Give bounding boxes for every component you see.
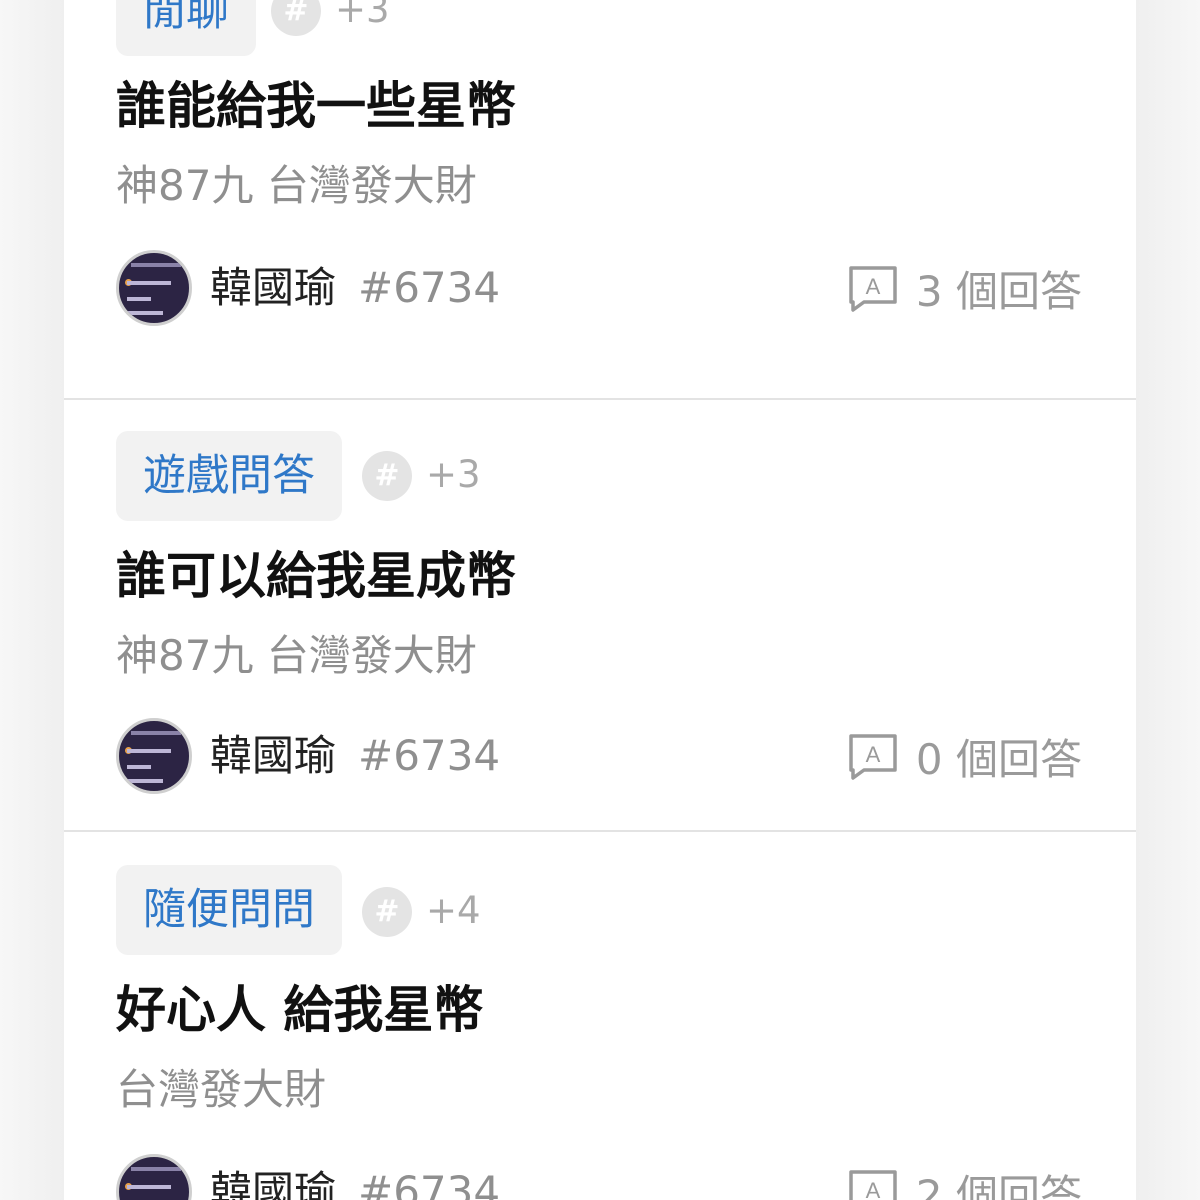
answer-count[interactable]: A 0 個回答 — [848, 724, 1082, 788]
answer-count[interactable]: A 2 個回答 — [848, 1160, 1082, 1200]
answer-count[interactable]: A 3 個回答 — [848, 256, 1082, 320]
question-title[interactable]: 誰可以給我星成幣 — [116, 536, 516, 616]
extra-tags-count[interactable]: +3 — [335, 0, 390, 35]
answer-count-label: 2 個回答 — [915, 1170, 1082, 1200]
page-margin-right — [1136, 0, 1200, 1200]
author-name[interactable]: 韓國瑜 — [210, 1160, 336, 1200]
page-margin-left — [0, 0, 64, 1200]
question-card[interactable]: 隨便問問 # +4 好心人 給我星幣 台灣發大財 韓國瑜 #6734 A 2 個… — [64, 832, 1136, 1200]
svg-text:A: A — [866, 1178, 881, 1200]
hash-icon[interactable]: # — [271, 0, 321, 36]
question-feed: 閒聊 # +3 誰能給我一些星幣 神87九 台灣發大財 韓國瑜 #6734 A … — [64, 0, 1136, 1200]
category-tag[interactable]: 閒聊 — [116, 0, 256, 56]
question-title[interactable]: 誰能給我一些星幣 — [116, 66, 516, 146]
svg-text:A: A — [866, 274, 881, 299]
question-description: 神87九 台灣發大財 — [116, 161, 477, 210]
answer-bubble-icon: A — [849, 734, 897, 780]
avatar[interactable] — [116, 250, 192, 326]
answer-bubble-icon: A — [849, 266, 897, 312]
answer-count-label: 0 個回答 — [915, 734, 1082, 784]
question-description: 神87九 台灣發大財 — [116, 631, 477, 680]
avatar[interactable] — [116, 1154, 192, 1200]
answer-bubble-icon: A — [849, 1170, 897, 1200]
extra-tags-count[interactable]: +4 — [426, 886, 481, 936]
category-tag[interactable]: 遊戲問答 — [116, 431, 342, 521]
author-name[interactable]: 韓國瑜 — [210, 256, 336, 320]
author-id: #6734 — [358, 1167, 501, 1200]
question-card[interactable]: 遊戲問答 # +3 誰可以給我星成幣 神87九 台灣發大財 韓國瑜 #6734 … — [64, 398, 1136, 832]
author-id: #6734 — [358, 731, 501, 780]
question-card[interactable]: 閒聊 # +3 誰能給我一些星幣 神87九 台灣發大財 韓國瑜 #6734 A … — [64, 0, 1136, 400]
author-id: #6734 — [358, 263, 501, 312]
question-description: 台灣發大財 — [116, 1065, 327, 1114]
author-name[interactable]: 韓國瑜 — [210, 724, 336, 788]
category-tag[interactable]: 隨便問問 — [116, 865, 342, 955]
avatar[interactable] — [116, 718, 192, 794]
hash-icon[interactable]: # — [362, 887, 412, 937]
svg-text:A: A — [866, 742, 881, 767]
hash-icon[interactable]: # — [362, 451, 412, 501]
extra-tags-count[interactable]: +3 — [426, 450, 481, 500]
question-title[interactable]: 好心人 給我星幣 — [116, 970, 483, 1050]
answer-count-label: 3 個回答 — [915, 266, 1082, 316]
